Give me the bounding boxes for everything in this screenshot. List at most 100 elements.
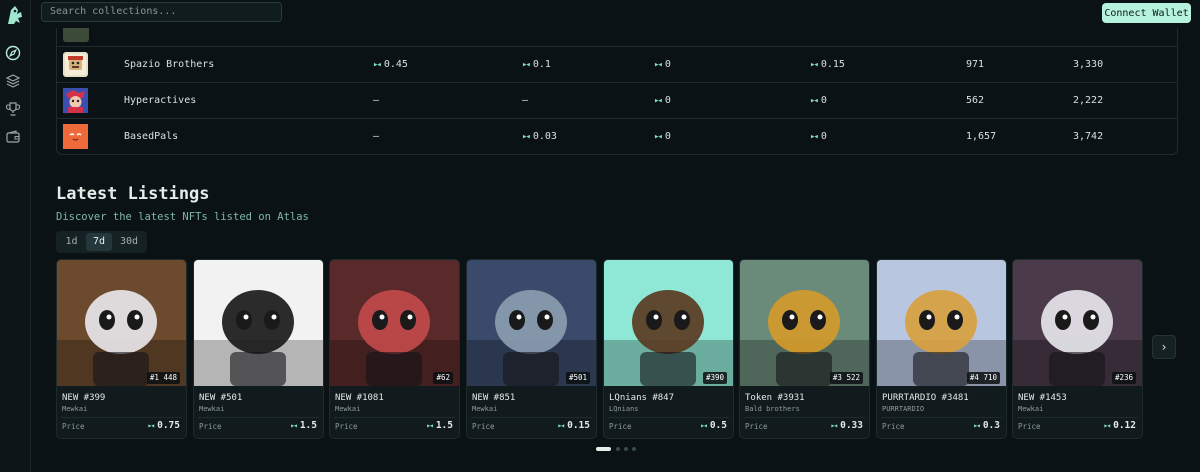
nft-collection[interactable]: Mewkai <box>472 405 497 413</box>
price-value: ▸◂ 1.5 <box>290 420 317 431</box>
nft-name[interactable]: NEW #851 <box>472 393 515 403</box>
price-label: Price <box>745 422 768 431</box>
currency-icon: ▸◂ <box>147 421 155 430</box>
stat-value: 3,742 <box>1073 131 1104 142</box>
wallet-icon[interactable] <box>5 129 21 145</box>
tab-1d[interactable]: 1d <box>59 233 84 251</box>
pagination-dot[interactable] <box>632 447 636 451</box>
search-input[interactable] <box>41 2 282 22</box>
nft-name[interactable]: NEW #1081 <box>335 393 384 403</box>
price-label: Price <box>1018 422 1041 431</box>
collection-thumbnail <box>63 52 88 77</box>
nft-name[interactable]: NEW #399 <box>62 393 105 403</box>
nft-card[interactable]: #236 NEW #1453 Mewkai Price ▸◂ 0.12 <box>1012 259 1143 439</box>
nft-card[interactable]: #1 448 NEW #399 Mewkai Price ▸◂ 0.75 <box>56 259 187 439</box>
collection-name[interactable]: Hyperactives <box>124 83 196 118</box>
divider <box>198 417 319 418</box>
table-row-partial[interactable] <box>57 28 1177 47</box>
table-row[interactable]: Hyperactives – – ▸◂ 0 ▸◂ 0 562 2,222 <box>57 83 1177 119</box>
price-value: ▸◂ 1.5 <box>426 420 453 431</box>
nft-card[interactable]: NEW #501 Mewkai Price ▸◂ 1.5 <box>193 259 324 439</box>
nft-collection[interactable]: Mewkai <box>1018 405 1043 413</box>
collection-name[interactable]: Spazio Brothers <box>124 47 214 82</box>
price-value: ▸◂ 0.15 <box>557 420 590 431</box>
stat-value: 0 <box>820 95 827 106</box>
nft-collection[interactable]: Bald brothers <box>745 405 800 413</box>
price-label: Price <box>472 422 495 431</box>
stat-value: 0.15 <box>820 59 845 70</box>
table-row[interactable]: Spazio Brothers ▸◂ 0.45 ▸◂ 0.1 ▸◂ 0 ▸◂ 0.15 … <box>57 47 1177 83</box>
currency-icon: ▸◂ <box>373 60 382 70</box>
price-amount: 0.75 <box>157 420 180 431</box>
price-label: Price <box>609 422 632 431</box>
nft-image <box>740 260 869 386</box>
trophy-icon[interactable] <box>5 101 21 117</box>
collection-thumbnail <box>63 124 88 149</box>
nft-card[interactable]: #4 710 PURRTARDIO #3481 PURRTARDIO Price ▸◂ 0… <box>876 259 1007 439</box>
nft-card[interactable]: #62 NEW #1081 Mewkai Price ▸◂ 1.5 <box>329 259 460 439</box>
nft-image <box>877 260 1006 386</box>
stat-cell: ▸◂ 0 <box>810 83 827 118</box>
sidebar <box>0 0 31 472</box>
currency-icon: ▸◂ <box>654 132 663 142</box>
stat-value: 0 <box>820 131 827 142</box>
token-rank-badge: #3 522 <box>829 372 863 384</box>
token-rank-badge: #501 <box>565 372 590 384</box>
price-amount: 0.3 <box>982 420 1000 431</box>
currency-icon: ▸◂ <box>654 60 663 70</box>
price-label: Price <box>199 422 222 431</box>
nft-card[interactable]: #3 522 Token #3931 Bald brothers Price ▸◂ 0.3… <box>739 259 870 439</box>
currency-icon: ▸◂ <box>700 421 708 430</box>
tab-7d[interactable]: 7d <box>86 233 112 251</box>
collection-thumbnail <box>63 88 88 113</box>
compass-icon[interactable] <box>5 45 21 61</box>
stat-cell: ▸◂ 0 <box>654 47 671 82</box>
pagination-dot[interactable] <box>624 447 628 451</box>
currency-icon: ▸◂ <box>810 132 819 142</box>
nft-card[interactable]: #390 LQnians #847 LQnians Price ▸◂ 0.5 <box>603 259 734 439</box>
nft-name[interactable]: NEW #1453 <box>1018 393 1067 403</box>
currency-icon: ▸◂ <box>426 421 434 430</box>
nft-collection[interactable]: Mewkai <box>199 405 224 413</box>
nft-name[interactable]: NEW #501 <box>199 393 242 403</box>
stat-value: – <box>522 95 529 106</box>
layers-icon[interactable] <box>5 73 21 89</box>
token-rank-badge: #1 448 <box>146 372 180 384</box>
nft-name[interactable]: LQnians #847 <box>609 393 674 403</box>
tab-30d[interactable]: 30d <box>114 233 144 251</box>
price-value: ▸◂ 0.5 <box>700 420 727 431</box>
stat-value: 562 <box>966 95 985 106</box>
pagination-dot[interactable] <box>616 447 620 451</box>
divider <box>881 417 1002 418</box>
price-label: Price <box>335 422 358 431</box>
nft-collection[interactable]: LQnians <box>609 405 639 413</box>
table-row[interactable]: BasedPals – ▸◂ 0.03 ▸◂ 0 ▸◂ 0 1,657 3,742 <box>57 119 1177 154</box>
stat-value: – <box>373 95 380 106</box>
nft-card[interactable]: #501 NEW #851 Mewkai Price ▸◂ 0.15 <box>466 259 597 439</box>
nft-collection[interactable]: PURRTARDIO <box>882 405 924 413</box>
nft-image <box>467 260 596 386</box>
time-range-tabs: 1d 7d 30d <box>56 231 147 253</box>
price-amount: 1.5 <box>299 420 317 431</box>
stat-value: 0 <box>664 59 671 70</box>
atlas-logo-icon[interactable] <box>5 4 25 26</box>
stat-value: 0 <box>664 95 671 106</box>
stat-cell: ▸◂ 0.45 <box>373 47 408 82</box>
nft-collection[interactable]: Mewkai <box>62 405 87 413</box>
nft-name[interactable]: Token #3931 <box>745 393 805 403</box>
stat-value: 0.1 <box>532 59 551 70</box>
price-value: ▸◂ 0.3 <box>973 420 1000 431</box>
section-title: Latest Listings <box>56 184 210 204</box>
chevron-right-icon: › <box>1160 340 1168 354</box>
collection-name[interactable]: BasedPals <box>124 119 178 154</box>
stat-value: 0.03 <box>532 131 557 142</box>
pagination-dot-active[interactable] <box>596 447 611 451</box>
stat-value: 971 <box>966 59 985 70</box>
carousel-next-button[interactable]: › <box>1152 335 1176 359</box>
nft-collection[interactable]: Mewkai <box>335 405 360 413</box>
divider <box>1017 417 1138 418</box>
nft-name[interactable]: PURRTARDIO #3481 <box>882 393 969 403</box>
connect-wallet-button[interactable]: Connect Wallet <box>1102 3 1191 23</box>
nft-image <box>604 260 733 386</box>
currency-icon: ▸◂ <box>522 132 531 142</box>
